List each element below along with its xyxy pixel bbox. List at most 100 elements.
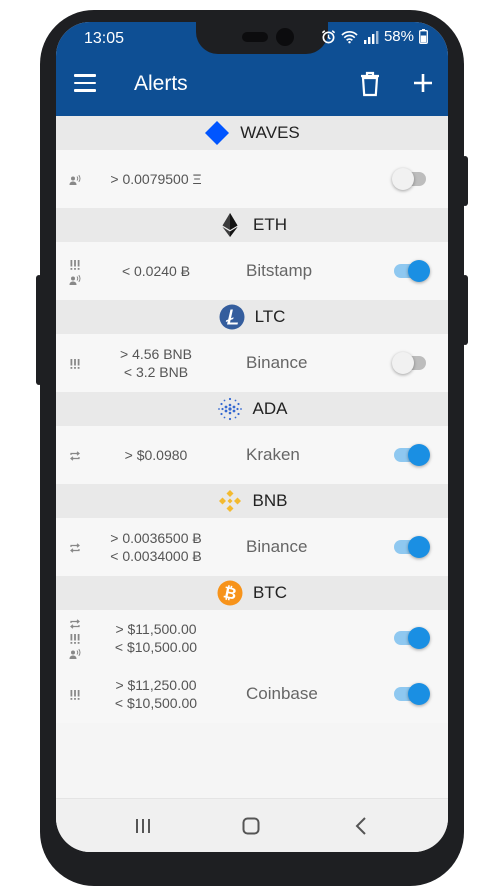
alert-flags bbox=[68, 665, 82, 723]
home-icon[interactable] bbox=[242, 817, 260, 835]
alert-conditions: > 0.0079500 Ξ bbox=[86, 150, 226, 208]
alert-exchange: Bitstamp bbox=[246, 261, 313, 280]
alert-flags bbox=[68, 334, 82, 392]
repeat-flag-icon bbox=[69, 541, 81, 553]
alert-condition: < $10,500.00 bbox=[114, 638, 198, 655]
alert-flags bbox=[68, 610, 82, 665]
coin-header-bnb: BNB bbox=[56, 484, 448, 518]
alert-condition: > 4.56 BNB bbox=[120, 346, 192, 362]
coin-header-ada: ADA bbox=[56, 392, 448, 426]
alert-conditions: > $11,250.00 < $10,500.00 bbox=[86, 665, 226, 723]
alert-condition: < 0.0034000 Ƀ bbox=[110, 548, 202, 564]
alert-enabled-toggle[interactable] bbox=[392, 441, 432, 469]
alert-flags bbox=[68, 242, 82, 300]
coin-name: ETH bbox=[253, 215, 287, 234]
toggle-thumb bbox=[392, 168, 414, 190]
alert-exchange: Binance bbox=[246, 537, 308, 556]
camera-notch bbox=[196, 22, 328, 54]
coin-header-eth: ETH bbox=[56, 208, 448, 242]
status-time: 13:05 bbox=[84, 30, 125, 47]
add-alert-icon[interactable] bbox=[408, 68, 438, 98]
wifi-icon bbox=[341, 30, 358, 43]
status-bar: 13:05 58% bbox=[56, 22, 448, 54]
coin-header-btc: ₿ BTC bbox=[56, 576, 448, 610]
coin-name: LTC bbox=[254, 307, 286, 326]
alert-row[interactable]: > 0.0036500 Ƀ < 0.0034000 Ƀ Binance bbox=[56, 518, 448, 576]
waves-icon bbox=[204, 120, 230, 146]
voice-flag-icon bbox=[69, 173, 81, 185]
alert-enabled-toggle[interactable] bbox=[392, 349, 432, 377]
alert-row[interactable]: < 0.0240 Ƀ Bitstamp bbox=[56, 242, 448, 300]
bnb-icon bbox=[217, 488, 243, 514]
coin-name: BTC bbox=[253, 583, 287, 602]
alert-enabled-toggle[interactable] bbox=[392, 165, 432, 193]
alert-condition: > $0.0980 bbox=[124, 447, 188, 463]
voice-flag-icon bbox=[69, 647, 81, 659]
alert-row[interactable]: > 0.0079500 Ξ bbox=[56, 150, 448, 208]
voice-flag-icon bbox=[69, 273, 81, 285]
system-nav-bar bbox=[56, 798, 448, 852]
alert-conditions: < 0.0240 Ƀ bbox=[86, 242, 226, 300]
coin-header-ltc: LTC bbox=[56, 300, 448, 334]
alert-condition: < 0.0240 Ƀ bbox=[121, 263, 191, 279]
alert-list: WAVES > 0.0079500 Ξ ETH < 0.0240 Ƀ Bitstamp L… bbox=[56, 116, 448, 723]
alert-condition: < 3.2 BNB bbox=[123, 364, 189, 380]
ada-icon bbox=[217, 396, 243, 422]
page-title: Alerts bbox=[134, 72, 188, 95]
app-bar: Alerts bbox=[56, 54, 448, 116]
alert-condition: > 0.0036500 Ƀ bbox=[110, 530, 202, 546]
alert-row[interactable]: > $0.0980 Kraken bbox=[56, 426, 448, 484]
battery-icon bbox=[419, 29, 428, 44]
alert-conditions: > 0.0036500 Ƀ < 0.0034000 Ƀ bbox=[86, 518, 226, 576]
repeat-flag-icon bbox=[69, 449, 81, 461]
alert-flags bbox=[68, 518, 82, 576]
toggle-thumb bbox=[408, 260, 430, 282]
alert-conditions: > 4.56 BNB < 3.2 BNB bbox=[86, 334, 226, 392]
coin-name: BNB bbox=[252, 491, 288, 510]
alert-exchange: Kraken bbox=[246, 445, 300, 464]
alert-flags bbox=[68, 150, 82, 208]
alert-row[interactable]: > $11,500.00 < $10,500.00 bbox=[56, 610, 448, 665]
ltc-icon bbox=[219, 304, 245, 330]
alert-enabled-toggle[interactable] bbox=[392, 680, 432, 708]
alert-flags bbox=[68, 426, 82, 484]
alert-enabled-toggle[interactable] bbox=[392, 257, 432, 285]
urgent-flag-icon bbox=[69, 688, 81, 700]
status-indicators: 58% bbox=[321, 28, 428, 45]
toggle-thumb bbox=[392, 352, 414, 374]
alert-conditions: > $0.0980 bbox=[86, 426, 226, 484]
toggle-thumb bbox=[408, 626, 430, 649]
battery-percent: 58% bbox=[383, 28, 414, 45]
eth-icon bbox=[217, 212, 243, 238]
repeat-flag-icon bbox=[69, 617, 81, 629]
alert-condition: > $11,500.00 bbox=[115, 620, 197, 637]
urgent-flag-icon bbox=[69, 632, 81, 644]
toggle-thumb bbox=[408, 444, 430, 466]
alert-condition: > $11,250.00 bbox=[115, 677, 197, 693]
alert-exchange: Binance bbox=[246, 353, 308, 372]
urgent-flag-icon bbox=[69, 357, 81, 369]
alert-row[interactable]: > $11,250.00 < $10,500.00 Coinbase bbox=[56, 665, 448, 723]
alert-enabled-toggle[interactable] bbox=[392, 533, 432, 561]
coin-name: ADA bbox=[252, 399, 288, 418]
alert-enabled-toggle[interactable] bbox=[392, 624, 432, 652]
btc-icon: ₿ bbox=[217, 580, 243, 606]
alert-conditions: > $11,500.00 < $10,500.00 bbox=[86, 610, 226, 665]
urgent-flag-icon bbox=[69, 258, 81, 270]
earpiece bbox=[242, 32, 268, 42]
alert-condition: > 0.0079500 Ξ bbox=[110, 171, 202, 187]
signal-icon bbox=[363, 30, 379, 44]
alert-exchange: Coinbase bbox=[246, 684, 318, 703]
front-camera bbox=[276, 28, 294, 46]
delete-icon[interactable] bbox=[358, 70, 382, 98]
alert-condition: < $10,500.00 bbox=[114, 695, 198, 711]
hamburger-menu-icon[interactable] bbox=[74, 74, 96, 96]
recent-apps-icon[interactable] bbox=[134, 817, 152, 835]
toggle-thumb bbox=[408, 683, 430, 705]
phone-screen: 13:05 58% Alerts WAVES > 0.0079500 Ξ ETH… bbox=[56, 22, 448, 852]
back-icon[interactable] bbox=[354, 817, 368, 835]
coin-name: WAVES bbox=[240, 123, 300, 142]
alert-row[interactable]: > 4.56 BNB < 3.2 BNB Binance bbox=[56, 334, 448, 392]
alarm-icon bbox=[321, 30, 336, 44]
toggle-thumb bbox=[408, 536, 430, 558]
